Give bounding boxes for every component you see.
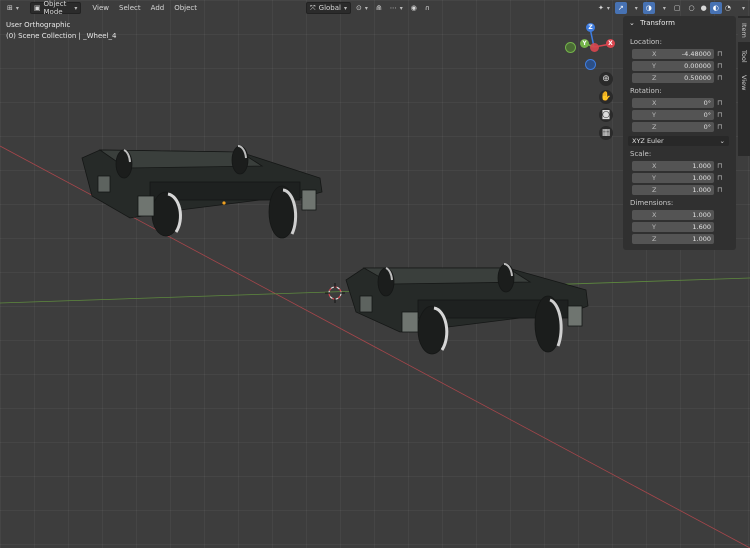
scale-x-field[interactable]: X 1.000 [632,161,714,171]
lock-icon[interactable]: ⊓ [717,112,724,119]
overlays-dropdown[interactable]: ▾ [657,2,669,14]
bogie-model-2 [345,262,589,355]
gizmo-toggle-icon: ↗ [617,4,624,12]
rendered-icon: ◔ [724,4,731,12]
menu-view[interactable]: View [87,4,114,12]
xray-icon: ▢ [673,4,681,12]
gizmo-dropdown[interactable]: ▾ [629,2,641,14]
pivot-icon: ⊙ [356,4,362,12]
dimensions-y-field[interactable]: Y 1.600 [632,222,714,232]
magnet-icon: ⋒ [375,4,382,12]
pan-button[interactable]: ✋ [599,90,613,104]
xray-toggle[interactable]: ▢ [671,2,684,14]
menu-select[interactable]: Select [114,4,146,12]
location-y-field[interactable]: Y 0.00000 [632,61,714,71]
lock-icon[interactable]: ⊓ [717,124,724,131]
chevron-down-icon: ▾ [74,4,78,12]
tab-view[interactable]: View [738,70,750,96]
object-mode-icon: ▣ [33,4,41,12]
gizmo-icon: ✦ [598,4,604,12]
hand-icon: ✋ [600,92,612,102]
lock-icon[interactable]: ⊓ [717,187,724,194]
bogie-model-1 [81,144,323,239]
proportional-edit-icon: ◉ [410,4,417,12]
tab-tool[interactable]: Tool [738,44,750,68]
dimensions-z-field[interactable]: Z 1.000 [632,234,714,244]
scale-z-field[interactable]: Z 1.000 [632,185,714,195]
editor-type-button[interactable]: ⊞ ▾ [4,2,22,14]
falloff-curve-icon: ∩ [424,4,431,12]
lock-icon[interactable]: ⊓ [717,100,724,107]
material-preview-icon: ◐ [712,4,719,12]
menu-add[interactable]: Add [146,4,170,12]
rotation-z-field[interactable]: Z 0° [632,122,714,132]
pivot-point-button[interactable]: ⊙ ▾ [353,2,371,14]
lock-icon[interactable]: ⊓ [717,63,724,70]
snap-target-button[interactable]: ⋯ ▾ [387,2,406,14]
neg-z-axis-ball [585,59,596,70]
scale-y-field[interactable]: Y 1.000 [632,173,714,183]
zoom-button[interactable]: ⊕ [599,72,613,86]
rotation-mode-dropdown[interactable]: XYZ Euler ⌄ [628,136,729,146]
x-axis-ball: X [606,39,615,48]
snap-toggle[interactable]: ⋒ [373,2,385,14]
overlays-icon: ◑ [645,4,652,12]
menu-object[interactable]: Object [169,4,202,12]
shading-wireframe-button[interactable]: ○ [686,2,698,14]
neg-x-axis-ball [590,43,599,52]
chevron-down-icon: ▾ [343,4,347,12]
solid-icon: ● [700,4,707,12]
lock-icon[interactable]: ⊓ [717,51,724,58]
collapse-chevron-icon: ⌄ [629,19,635,27]
3d-cursor [325,283,345,303]
mode-dropdown[interactable]: ▣ Object Mode ▾ [29,0,82,16]
orientation-icon: ⤧ [310,3,316,12]
location-z-field[interactable]: Z 0.50000 [632,73,714,83]
editor-type-icon: ⊞ [7,4,13,12]
lock-icon[interactable]: ⊓ [717,163,724,170]
show-overlays-toggle[interactable]: ◑ [642,2,655,14]
tab-item[interactable]: Item [738,18,750,42]
shading-dropdown[interactable]: ▾ [736,2,748,14]
camera-view-button[interactable]: ◙ [599,108,613,122]
rotation-y-field[interactable]: Y 0° [632,110,714,120]
chevron-down-icon: ▾ [662,4,666,12]
chevron-down-icon: ▾ [634,4,638,12]
view-name-label: User Orthographic [6,21,71,29]
grid-icon: ▦ [601,128,611,138]
chevron-down-icon: ⌄ [719,137,725,145]
camera-icon: ◙ [601,110,611,120]
show-gizmo-toggle[interactable]: ↗ [614,2,627,14]
z-axis-ball: Z [586,23,595,32]
y-axis-ball: Y [580,39,589,48]
shading-rendered-button[interactable]: ◔ [722,2,734,14]
lock-icon[interactable]: ⊓ [717,175,724,182]
dimensions-x-field[interactable]: X 1.000 [632,210,714,220]
wireframe-icon: ○ [688,4,695,12]
lock-icon[interactable]: ⊓ [717,75,724,82]
perspective-toggle-button[interactable]: ▦ [599,126,613,140]
transform-panel: ⌄ Transform Location: X -4.48000 Y 0.00000… [623,16,736,250]
transform-orientation-dropdown[interactable]: ⤧ Global ▾ [306,2,351,14]
chevron-down-icon: ▾ [741,4,745,12]
location-x-field[interactable]: X -4.48000 [632,49,714,59]
dimensions-label: Dimensions: [630,199,674,207]
scale-label: Scale: [630,150,652,158]
viewport-header: ⊞ ▾ ▣ Object Mode ▾ View Select Add Objec… [0,0,750,16]
transform-header[interactable]: ⌄ Transform [629,19,675,27]
location-label: Location: [630,38,662,46]
shading-material-button[interactable]: ◐ [709,2,722,14]
proportional-edit-toggle[interactable]: ◉ [408,2,420,14]
object-gizmo-button[interactable]: ✦ ▾ [595,2,613,14]
rotation-x-field[interactable]: X 0° [632,98,714,108]
collection-path-label: (0) Scene Collection | _Wheel_4 [6,32,117,40]
navigation-gizmo[interactable]: Z X Y [560,18,620,72]
snap-icon: ⋯ [389,4,397,12]
rotation-label: Rotation: [630,87,662,95]
sidebar-tabs: Item Tool View [738,16,750,156]
zoom-icon: ⊕ [602,74,610,84]
neg-y-axis-ball [565,42,576,53]
falloff-button[interactable]: ∩ [422,2,433,14]
shading-solid-button[interactable]: ● [698,2,710,14]
